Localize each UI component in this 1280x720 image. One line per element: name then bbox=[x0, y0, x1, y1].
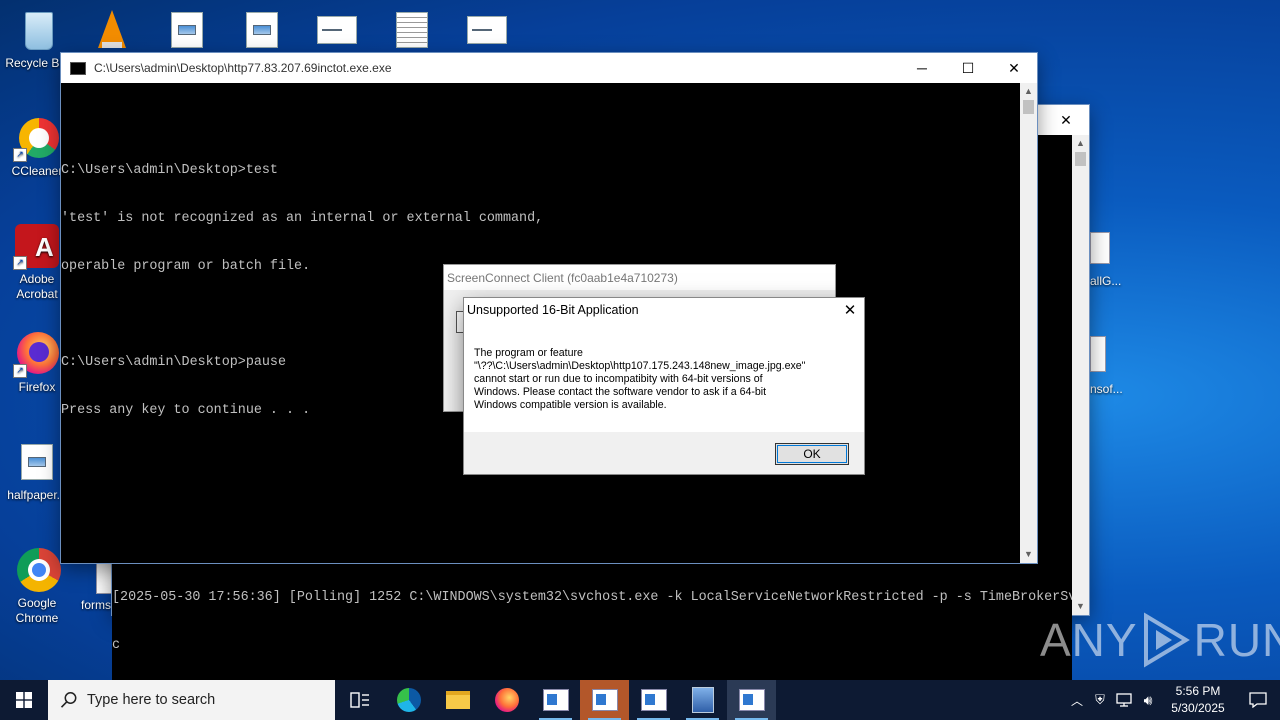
task-view-icon bbox=[349, 692, 369, 708]
volume-button[interactable]: 🔊︎ bbox=[1136, 680, 1160, 720]
scroll-up-icon[interactable]: ▲ bbox=[1020, 83, 1037, 100]
document-file-icon[interactable] bbox=[465, 8, 509, 52]
vertical-scrollbar[interactable]: ▲ ▼ bbox=[1072, 135, 1089, 615]
folder-icon bbox=[445, 691, 470, 709]
taskbar-app-3[interactable] bbox=[629, 680, 678, 720]
close-button[interactable]: ✕ bbox=[991, 53, 1037, 83]
search-placeholder: Type here to search bbox=[87, 692, 216, 708]
dialog-title: Unsupported 16-Bit Application bbox=[467, 303, 639, 317]
taskbar-app-1[interactable] bbox=[531, 680, 580, 720]
taskbar-edge[interactable] bbox=[384, 680, 433, 720]
desktop-icon-label: allG... bbox=[1090, 274, 1122, 288]
image-file-icon bbox=[15, 440, 59, 484]
document-file-icon[interactable] bbox=[1090, 232, 1110, 264]
desktop-icon-label: nsof... bbox=[1090, 382, 1123, 396]
image-file-icon[interactable] bbox=[240, 8, 284, 52]
taskbar-app-4[interactable] bbox=[678, 680, 727, 720]
speaker-icon: 🔊︎ bbox=[1143, 691, 1153, 708]
settings-file-icon[interactable] bbox=[1090, 336, 1106, 372]
title-bar[interactable]: C:\Users\admin\Desktop\http77.83.207.69i… bbox=[61, 53, 1037, 83]
console-output: [2025-05-30 17:56:36] [Polling] 1252 C:\… bbox=[112, 558, 1072, 686]
taskbar-firefox[interactable] bbox=[482, 680, 531, 720]
console-line: C:\Users\admin\Desktop>test bbox=[61, 163, 278, 178]
notification-center-button[interactable] bbox=[1236, 680, 1280, 720]
tray-security-button[interactable]: ⛨ bbox=[1088, 680, 1112, 720]
title-bar[interactable]: ScreenConnect Client (fc0aab1e4a710273) bbox=[444, 265, 835, 290]
clock-time: 5:56 PM bbox=[1175, 684, 1221, 698]
search-box[interactable]: Type here to search bbox=[48, 680, 335, 720]
adobe-acrobat-icon: A ↗ bbox=[13, 224, 59, 270]
maximize-button[interactable]: ☐ bbox=[945, 53, 991, 83]
taskbar-file-explorer[interactable] bbox=[433, 680, 482, 720]
firefox-icon: ↗ bbox=[13, 332, 59, 378]
clock-date: 5/30/2025 bbox=[1171, 701, 1225, 715]
scroll-down-icon[interactable]: ▼ bbox=[1020, 546, 1037, 563]
clock[interactable]: 5:56 PM 5/30/2025 bbox=[1160, 683, 1236, 717]
taskbar-app-5[interactable] bbox=[727, 680, 776, 720]
taskbar: Type here to search ︿ ⛨ 🔊︎ 5:56 PM 5/30/… bbox=[0, 680, 1280, 720]
minimize-icon: ─ bbox=[917, 60, 927, 76]
close-icon: ✕ bbox=[1008, 59, 1020, 76]
text-file-icon[interactable] bbox=[390, 8, 434, 52]
show-hidden-icons-button[interactable]: ︿ bbox=[1066, 680, 1088, 720]
image-file-icon[interactable] bbox=[165, 8, 209, 52]
anyrun-watermark: ANY RUN bbox=[1040, 610, 1280, 670]
network-icon bbox=[1116, 693, 1132, 707]
chrome-icon bbox=[15, 548, 61, 592]
start-button[interactable] bbox=[0, 680, 48, 720]
windows-logo-icon bbox=[16, 692, 32, 708]
scroll-thumb[interactable] bbox=[1075, 152, 1086, 166]
recycle-bin-icon bbox=[15, 8, 59, 52]
title-bar[interactable]: Unsupported 16-Bit Application ✕ bbox=[464, 298, 864, 322]
vertical-scrollbar[interactable]: ▲ ▼ bbox=[1020, 83, 1037, 563]
document-file-icon[interactable] bbox=[315, 8, 359, 52]
installer-icon bbox=[691, 687, 714, 713]
ccleaner-icon: ↗ bbox=[13, 116, 59, 162]
dialog-body: The program or feature "\??\C:\Users\adm… bbox=[464, 322, 864, 432]
dialog-message-line: cannot start or run due to incompatibity… bbox=[474, 373, 763, 385]
ok-button[interactable]: OK bbox=[775, 443, 849, 465]
taskbar-app-2[interactable] bbox=[580, 680, 629, 720]
desktop-icon-label: Adobe Acrobat bbox=[16, 272, 58, 301]
error-dialog[interactable]: Unsupported 16-Bit Application ✕ The pro… bbox=[464, 298, 864, 474]
dialog-message-line: Windows compatible version is available. bbox=[474, 399, 667, 411]
dialog-message-line: The program or feature bbox=[474, 347, 583, 359]
window-title: ScreenConnect Client (fc0aab1e4a710273) bbox=[447, 270, 678, 285]
console-line: c bbox=[112, 638, 121, 653]
dialog-message-line: Windows. Please contact the software ven… bbox=[474, 386, 767, 398]
progress-icon bbox=[456, 311, 464, 333]
close-button[interactable]: ✕ bbox=[836, 301, 864, 319]
task-view-button[interactable] bbox=[335, 680, 384, 720]
search-icon bbox=[60, 692, 77, 708]
app-window-icon bbox=[542, 689, 569, 711]
app-window-icon bbox=[640, 689, 667, 711]
close-icon: ✕ bbox=[1060, 111, 1072, 128]
desktop-icon-label: Google Chrome bbox=[15, 596, 59, 625]
shield-icon: ⛨ bbox=[1095, 692, 1105, 707]
maximize-icon: ☐ bbox=[961, 59, 975, 76]
console-line: 'test' is not recognized as an internal … bbox=[61, 211, 544, 226]
chevron-up-icon: ︿ bbox=[1070, 693, 1083, 708]
scroll-thumb[interactable] bbox=[1023, 100, 1034, 114]
window-title: C:\Users\admin\Desktop\http77.83.207.69i… bbox=[94, 61, 392, 75]
edge-icon bbox=[396, 688, 421, 712]
dialog-message-line: "\??\C:\Users\admin\Desktop\http107.175.… bbox=[474, 360, 806, 372]
minimize-button[interactable]: ─ bbox=[899, 53, 945, 83]
app-window-icon bbox=[738, 689, 765, 711]
notification-icon bbox=[1249, 692, 1267, 708]
firefox-icon bbox=[494, 688, 519, 712]
app-window-icon bbox=[591, 689, 618, 711]
network-button[interactable] bbox=[1112, 680, 1136, 720]
watermark-text: RUN bbox=[1193, 614, 1280, 666]
close-icon: ✕ bbox=[843, 302, 857, 319]
desktop-icon-label: forms bbox=[81, 598, 111, 612]
scroll-up-icon[interactable]: ▲ bbox=[1072, 135, 1089, 152]
console-line: [2025-05-30 17:56:36] [Polling] 1252 C:\… bbox=[112, 590, 1072, 605]
console-app-icon bbox=[70, 61, 86, 75]
play-logo-icon bbox=[1143, 612, 1190, 668]
close-button[interactable]: ✕ bbox=[1043, 105, 1089, 135]
vlc-icon[interactable] bbox=[90, 8, 134, 52]
watermark-text: ANY bbox=[1040, 614, 1138, 666]
